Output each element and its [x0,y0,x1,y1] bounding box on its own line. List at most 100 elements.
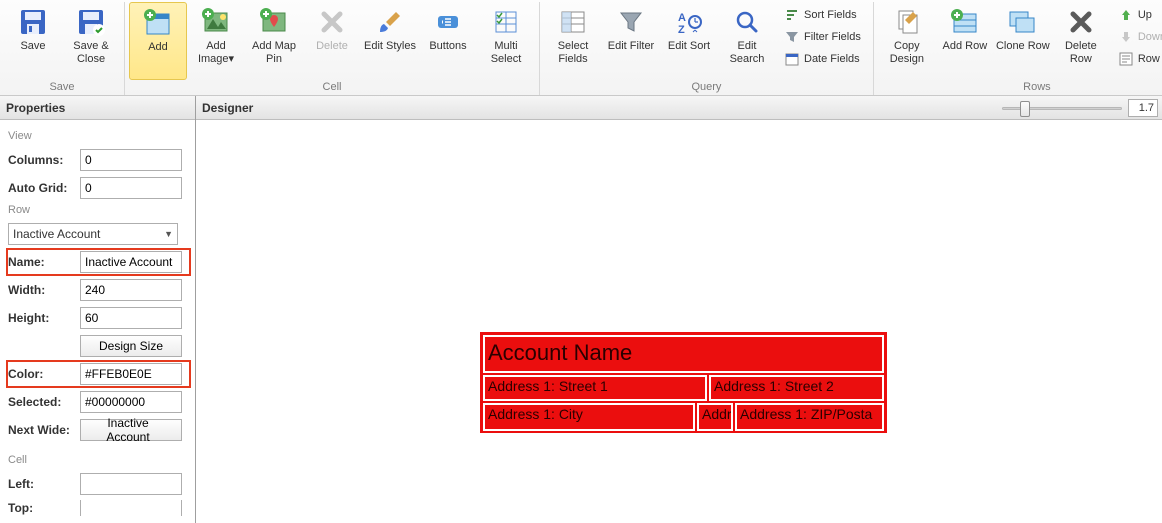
add-row-label: Add Row [943,40,988,53]
clone-row-button[interactable]: Clone Row [994,2,1052,80]
save-close-label: Save & Close [64,40,118,66]
design-size-button[interactable]: Design Size [80,335,182,357]
add-image-button[interactable]: Add Image▾ [187,2,245,80]
filter-fields-button[interactable]: Filter Fields [780,26,865,48]
autogrid-input[interactable] [80,177,182,199]
add-image-label: Add Image▾ [189,40,243,66]
add-map-pin-button[interactable]: Add Map Pin [245,2,303,80]
row-script-button[interactable]: Row Scrip [1114,48,1162,70]
save-close-button[interactable]: Save & Close [62,2,120,80]
width-label: Width: [8,283,80,297]
nextwide-label: Next Wide: [8,423,80,437]
date-fields-label: Date Fields [804,53,860,65]
edit-sort-button[interactable]: AZ Edit Sort [660,2,718,80]
height-input[interactable] [80,307,182,329]
group-label-query: Query [544,80,869,95]
width-input[interactable] [80,279,182,301]
add-map-pin-label: Add Map Pin [247,40,301,66]
edit-styles-button[interactable]: Edit Styles [361,2,419,80]
add-cell-icon [142,7,174,39]
arrow-down-icon [1118,29,1134,45]
save-close-icon [75,6,107,38]
ribbon-group-rows: Copy Design Add Row Clone Row Delete Row [874,2,1162,95]
properties-panel: Properties View Columns: Auto Grid: Row … [0,96,196,523]
sort-icon: AZ [673,6,705,38]
color-input[interactable] [80,363,182,385]
sort-fields-button[interactable]: Sort Fields [780,4,865,26]
multi-select-icon [490,6,522,38]
edit-filter-label: Edit Filter [608,40,654,53]
script-icon [1118,51,1134,67]
cell-street1[interactable]: Address 1: Street 1 [483,375,707,401]
cell-city[interactable]: Address 1: City [483,403,695,431]
name-label: Name: [8,255,80,269]
columns-label: Columns: [8,153,80,167]
date-fields-button[interactable]: Date Fields [780,48,865,70]
multi-select-button[interactable]: Multi Select [477,2,535,80]
funnel-icon [615,6,647,38]
row-select[interactable]: Inactive Account ▼ [8,223,178,245]
cell-street2[interactable]: Address 1: Street 2 [709,375,884,401]
sort-fields-label: Sort Fields [804,9,857,21]
group-label-save: Save [4,80,120,95]
select-fields-button[interactable]: Select Fields [544,2,602,80]
edit-styles-label: Edit Styles [364,40,416,53]
row-script-label: Row Scrip [1138,53,1162,65]
edit-filter-button[interactable]: Edit Filter [602,2,660,80]
section-cell: Cell [8,454,189,466]
add-image-icon [200,6,232,38]
edit-search-button[interactable]: Edit Search [718,2,776,80]
svg-text:Z: Z [678,24,685,36]
left-input[interactable] [80,473,182,495]
delete-icon [316,6,348,38]
workspace: Properties View Columns: Auto Grid: Row … [0,96,1162,523]
clone-row-icon [1007,6,1039,38]
copy-design-icon [891,6,923,38]
svg-text:A: A [678,12,686,24]
buttons-label: Buttons [429,40,466,53]
add-row-button[interactable]: Add Row [936,2,994,80]
top-label: Top: [8,501,80,515]
columns-input[interactable] [80,149,182,171]
nextwide-button[interactable]: Inactive Account [80,419,182,441]
add-cell-button[interactable]: Add [129,2,187,80]
group-label-cell: Cell [129,80,535,95]
ribbon-group-save: Save Save & Close Save [0,2,125,95]
down-label: Down [1138,31,1162,43]
designer-panel: Designer 1.7 Account Name Address 1: Str… [196,96,1162,523]
up-button[interactable]: Up [1114,4,1162,26]
cell-state[interactable]: Addr [697,403,733,431]
name-input[interactable] [80,251,182,273]
chevron-down-icon: ▼ [164,229,173,239]
add-row-icon [949,6,981,38]
selected-label: Selected: [8,395,80,409]
top-input[interactable] [80,500,182,516]
search-icon [731,6,763,38]
cell-zip[interactable]: Address 1: ZIP/Posta [735,403,884,431]
save-button[interactable]: Save [4,2,62,80]
save-label: Save [20,40,45,53]
color-label: Color: [8,367,80,381]
delete-row-button[interactable]: Delete Row [1052,2,1110,80]
add-cell-label: Add [148,41,168,54]
row-select-value: Inactive Account [13,227,100,241]
zoom-value[interactable]: 1.7 [1128,99,1158,117]
down-button[interactable]: Down [1114,26,1162,48]
save-icon [17,6,49,38]
copy-design-button[interactable]: Copy Design [878,2,936,80]
cell-account-name[interactable]: Account Name [483,335,884,373]
section-row: Row [8,204,189,216]
select-fields-label: Select Fields [546,40,600,66]
ribbon-group-query: Select Fields Edit Filter AZ Edit Sort E… [540,2,874,95]
selected-input[interactable] [80,391,182,413]
delete-row-icon [1065,6,1097,38]
delete-cell-button[interactable]: Delete [303,2,361,80]
row-preview[interactable]: Account Name Address 1: Street 1 Address… [480,332,887,433]
buttons-button[interactable]: Buttons [419,2,477,80]
filter-fields-label: Filter Fields [804,31,861,43]
zoom-slider[interactable] [1002,100,1122,116]
ribbon-group-cell: Add Add Image▾ Add Map Pin Delete [125,2,540,95]
designer-canvas[interactable]: Account Name Address 1: Street 1 Address… [196,120,1162,523]
map-pin-icon [258,6,290,38]
delete-row-label: Delete Row [1054,40,1108,66]
